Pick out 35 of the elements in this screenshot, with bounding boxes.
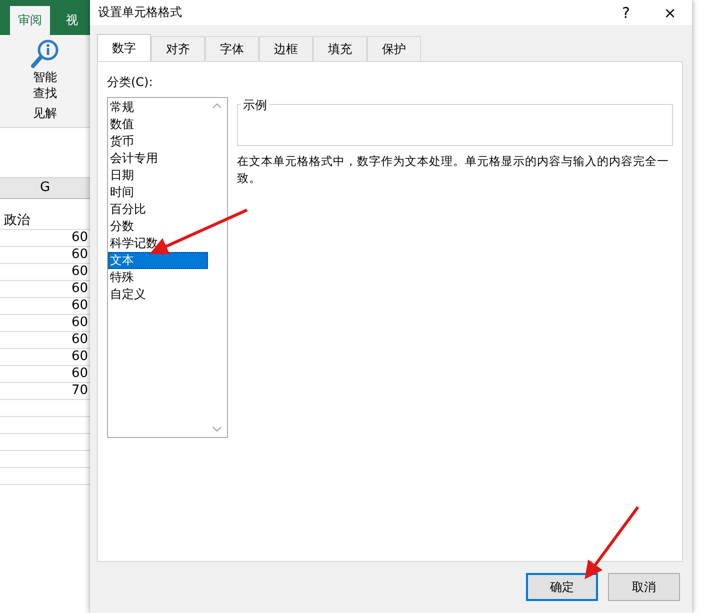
description-text: 在文本单元格格式中，数字作为文本处理。单元格显示的内容与输入的内容完全一致。: [237, 153, 670, 187]
cancel-button[interactable]: 取消: [608, 573, 680, 601]
category-item[interactable]: 百分比: [108, 201, 208, 218]
category-item[interactable]: 特殊: [108, 269, 208, 286]
ribbon-tab[interactable]: 视: [58, 6, 86, 35]
category-item[interactable]: 自定义: [108, 286, 208, 303]
dialog-tab[interactable]: 填充: [313, 36, 367, 61]
category-item[interactable]: 会计专用: [108, 150, 208, 167]
close-button[interactable]: ×: [648, 0, 692, 25]
category-item[interactable]: 货币: [108, 133, 208, 150]
ribbon-tab[interactable]: 审阅: [10, 6, 50, 35]
dialog-tab[interactable]: 对齐: [151, 36, 205, 61]
category-label: 分类(C):: [107, 74, 154, 91]
category-item[interactable]: 数值: [108, 116, 208, 133]
smart-lookup-button[interactable]: 智能查找: [30, 39, 60, 101]
dialog-tab[interactable]: 边框: [259, 36, 313, 61]
column-header: G: [0, 178, 90, 199]
scroll-down-icon[interactable]: [212, 426, 222, 432]
category-item[interactable]: 分数: [108, 218, 208, 235]
category-item[interactable]: 常规: [108, 99, 208, 116]
sample-label: 示例: [241, 97, 269, 114]
category-list[interactable]: 常规 数值 货币 会计专用 日期 时间 百分比 分数 科学记数 文本 特殊 自定义: [107, 97, 228, 438]
group-label: 见解: [33, 105, 57, 122]
dialog-tab[interactable]: 数字: [97, 34, 151, 61]
category-item[interactable]: 科学记数: [108, 235, 208, 252]
help-button[interactable]: ?: [604, 0, 648, 25]
category-item[interactable]: 日期: [108, 167, 208, 184]
lookup-icon: [30, 39, 60, 69]
dialog-tab[interactable]: 保护: [367, 36, 421, 61]
dialog-title: 设置单元格格式: [98, 4, 183, 21]
scroll-up-icon[interactable]: [212, 103, 222, 109]
category-item[interactable]: 文本: [108, 252, 208, 269]
category-item[interactable]: 时间: [108, 184, 208, 201]
dialog-tab[interactable]: 字体: [205, 36, 259, 61]
ok-button[interactable]: 确定: [526, 573, 598, 601]
